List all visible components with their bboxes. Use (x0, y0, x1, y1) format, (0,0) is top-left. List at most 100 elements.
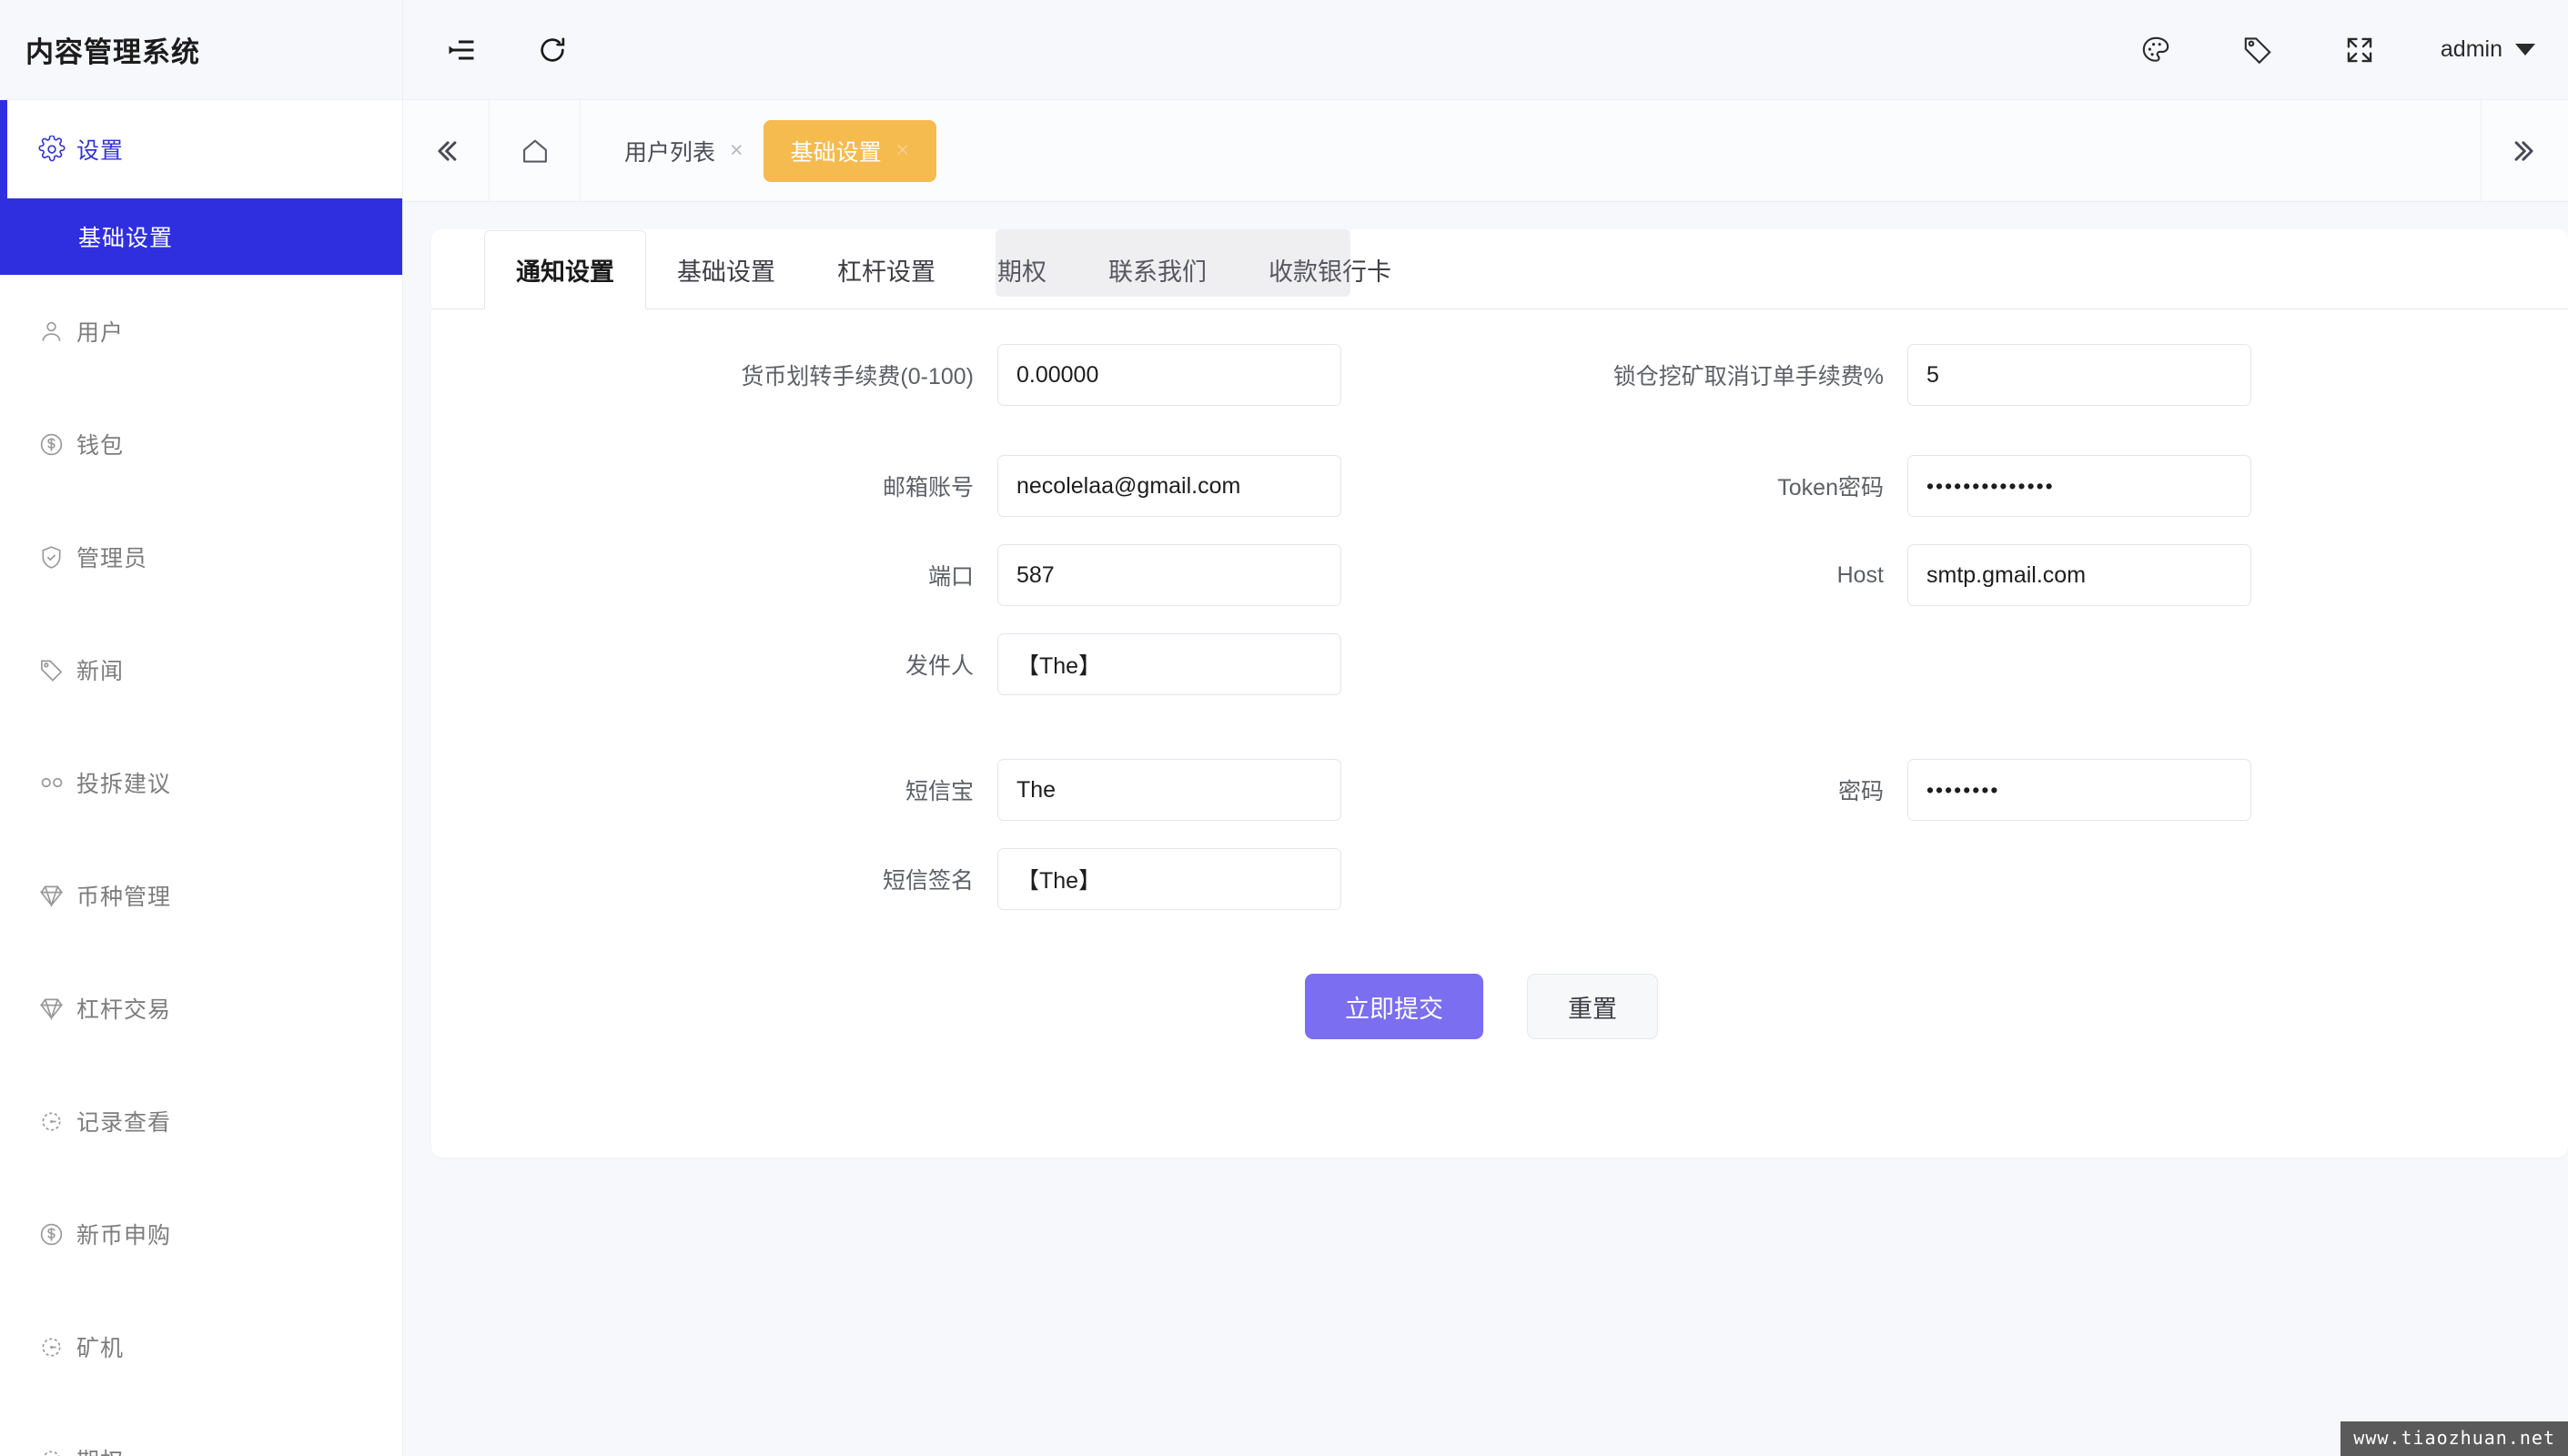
user-menu[interactable]: admin (2441, 36, 2535, 63)
form-row-port-host: 端口 587 Host smtp.gmail.com (431, 544, 2568, 606)
tag-user-list[interactable]: 用户列表 × (604, 124, 763, 178)
sidebar-nav: 设置 基础设置 用户 钱包 管理员 新闻 投拆建议 币种管理 杠杆交易 记录查看… (0, 100, 402, 1456)
sidebar-item-wallet-label: 钱包 (76, 433, 125, 459)
field-sms: 短信宝 The (431, 759, 1341, 821)
content-area: 通知设置 基础设置 杠杆设置 期权 联系我们 收款银行卡 货币划转手续费(0-1… (402, 202, 2568, 1456)
sidebar-subitem-basic-settings-label: 基础设置 (78, 226, 174, 251)
transfer-fee-input[interactable]: 0.00000 (997, 344, 1341, 406)
field-lock-mining-fee-label: 锁仓挖矿取消订单手续费% (1613, 364, 1884, 389)
sidebar-item-leverage[interactable]: 杠杆交易 (0, 952, 402, 1065)
sidebar-item-new-coin[interactable]: 新币申购 (0, 1178, 402, 1290)
field-token-password-label: Token密码 (1777, 475, 1884, 500)
sidebar-item-news-label: 新闻 (76, 659, 125, 684)
dollar-circle-icon (38, 431, 76, 458)
tab-bank-card[interactable]: 收款银行卡 (1238, 230, 1422, 308)
sidebar-item-settings[interactable]: 设置 (0, 100, 402, 198)
sms-password-input[interactable]: •••••••• (1907, 759, 2251, 821)
form-row-email: 邮箱账号 necolelaa@gmail.com Token密码 •••••••… (431, 455, 2568, 517)
field-host-label: Host (1836, 561, 1884, 588)
refresh-icon[interactable] (519, 16, 586, 84)
diamond-icon (38, 996, 76, 1022)
sender-input[interactable]: 【The】 (997, 633, 1341, 695)
user-name: admin (2440, 36, 2502, 62)
dashboard-icon (38, 1334, 76, 1360)
chevron-down-icon (2515, 44, 2535, 56)
tab-contact-us[interactable]: 联系我们 (1077, 230, 1238, 308)
form-spacer (431, 821, 2568, 848)
settings-panel: 通知设置 基础设置 杠杆设置 期权 联系我们 收款银行卡 货币划转手续费(0-1… (431, 229, 2568, 1158)
sidebar-item-news[interactable]: 新闻 (0, 613, 402, 726)
tab-contact-us-label: 联系我们 (1108, 258, 1207, 286)
tab-bank-card-label: 收款银行卡 (1269, 258, 1391, 286)
tab-notification-settings[interactable]: 通知设置 (484, 230, 646, 309)
tab-options-label: 期权 (997, 258, 1046, 286)
field-email: 邮箱账号 necolelaa@gmail.com (431, 455, 1341, 517)
menu-fold-icon[interactable] (428, 16, 495, 84)
form-spacer (431, 517, 2568, 544)
submit-button[interactable]: 立即提交 (1305, 974, 1483, 1039)
sidebar-item-feedback-label: 投拆建议 (76, 772, 172, 797)
form-spacer (431, 606, 2568, 633)
sidebar-item-admin[interactable]: 管理员 (0, 500, 402, 613)
port-input[interactable]: 587 (997, 544, 1341, 606)
token-password-input[interactable]: •••••••••••••• (1907, 455, 2251, 517)
dashboard-icon (38, 1108, 76, 1135)
tagbar-next-button[interactable] (2481, 99, 2568, 202)
home-icon[interactable] (490, 99, 581, 202)
lock-mining-fee-input[interactable]: 5 (1907, 344, 2251, 406)
sidebar-item-feedback[interactable]: 投拆建议 (0, 726, 402, 839)
sidebar-item-options-label: 期权 (76, 1443, 124, 1456)
tag-basic-settings-label: 基础设置 (790, 139, 882, 166)
tab-basic-settings[interactable]: 基础设置 (646, 230, 806, 308)
main-region: admin 用户列表 × 基础设置 × 通知设置 基础设置 杠杆设置 期权 联系… (402, 0, 2568, 1456)
tag-icon (38, 657, 76, 683)
sidebar-item-leverage-label: 杠杆交易 (76, 997, 172, 1023)
close-icon[interactable]: × (896, 139, 910, 162)
field-sms-signature: 短信签名 【The】 (431, 848, 1341, 910)
sidebar-item-admin-label: 管理员 (76, 546, 148, 571)
gear-icon (38, 136, 76, 163)
host-input[interactable]: smtp.gmail.com (1907, 544, 2251, 606)
tag-icon[interactable] (2224, 16, 2291, 84)
field-sms-label: 短信宝 (905, 779, 974, 804)
field-host: Host smtp.gmail.com (1341, 544, 2251, 606)
form-spacer (431, 695, 2568, 759)
tag-user-list-label: 用户列表 (624, 139, 716, 166)
form-row-sms: 短信宝 The 密码 •••••••• (431, 759, 2568, 821)
sidebar-item-miner[interactable]: 矿机 (0, 1290, 402, 1403)
sidebar-item-users[interactable]: 用户 (0, 275, 402, 388)
field-transfer-fee: 货币划转手续费(0-100) 0.00000 (431, 344, 1341, 406)
tagbar-prev-button[interactable] (402, 99, 490, 202)
sidebar-item-currency[interactable]: 币种管理 (0, 839, 402, 952)
field-transfer-fee-label: 货币划转手续费(0-100) (741, 364, 974, 389)
tag-list: 用户列表 × 基础设置 × (581, 119, 2481, 182)
reset-button[interactable]: 重置 (1527, 974, 1658, 1039)
link-icon (38, 769, 76, 796)
sidebar-item-wallet[interactable]: 钱包 (0, 388, 402, 500)
sms-input[interactable]: The (997, 759, 1341, 821)
tab-options[interactable]: 期权 (966, 230, 1077, 308)
sms-signature-input[interactable]: 【The】 (997, 848, 1341, 910)
sidebar-item-new-coin-label: 新币申购 (76, 1223, 172, 1249)
form-row-sms-signature: 短信签名 【The】 (431, 848, 2568, 910)
email-input[interactable]: necolelaa@gmail.com (997, 455, 1341, 517)
sidebar-subitem-basic-settings[interactable]: 基础设置 (0, 198, 402, 275)
form-actions: 立即提交 重置 (431, 974, 2568, 1039)
field-sms-signature-label: 短信签名 (882, 868, 974, 894)
fullscreen-icon[interactable] (2326, 16, 2393, 84)
sidebar-item-records[interactable]: 记录查看 (0, 1065, 402, 1178)
tag-bar: 用户列表 × 基础设置 × (402, 99, 2568, 202)
sidebar-item-options[interactable]: 期权 (0, 1403, 402, 1456)
form-spacer (431, 406, 2568, 455)
form-row-sender: 发件人 【The】 (431, 633, 2568, 695)
field-sms-password: 密码 •••••••• (1341, 759, 2251, 821)
field-port: 端口 587 (431, 544, 1341, 606)
field-port-label: 端口 (927, 564, 974, 590)
close-icon[interactable]: × (730, 139, 743, 162)
shield-check-icon (38, 544, 76, 571)
palette-icon[interactable] (2122, 16, 2189, 84)
tab-leverage-settings[interactable]: 杠杆设置 (806, 230, 966, 308)
tag-basic-settings[interactable]: 基础设置 × (763, 119, 937, 182)
brand-title: 内容管理系统 (25, 36, 200, 68)
form-row-fees: 货币划转手续费(0-100) 0.00000 锁仓挖矿取消订单手续费% 5 (431, 344, 2568, 406)
